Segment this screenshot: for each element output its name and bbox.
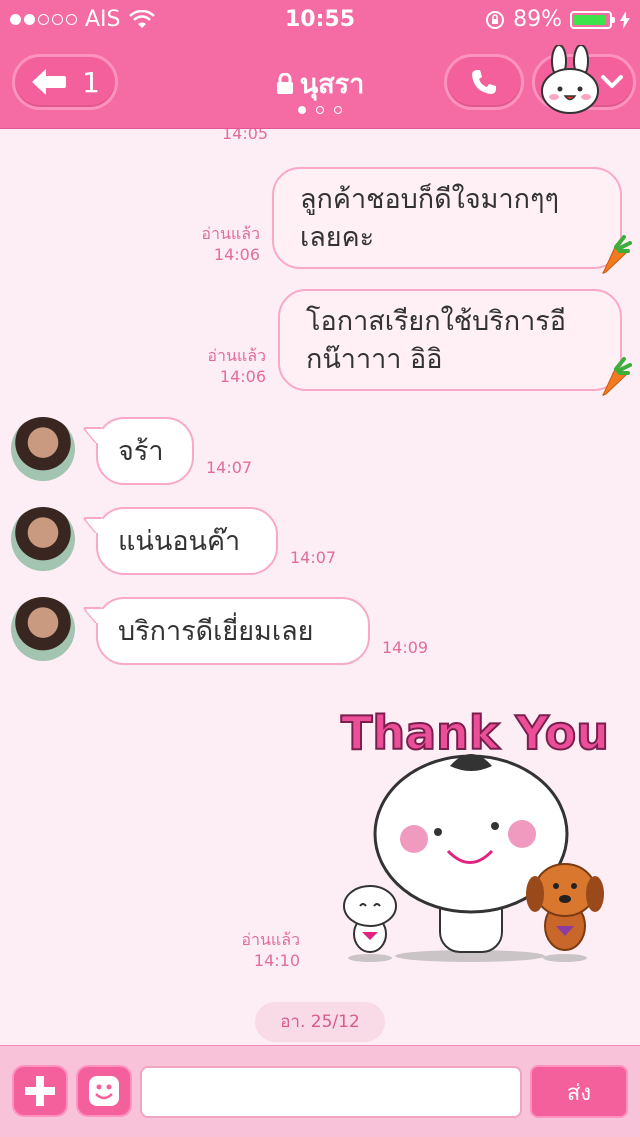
message-bubble-outgoing[interactable]: ลูกค้าชอบก็ดีใจมากๆๆ เลยคะ	[272, 167, 622, 269]
sticker-button[interactable]	[76, 1065, 132, 1117]
read-receipt: อ่านแล้ว 14:06	[201, 224, 260, 264]
status-right: 89%	[485, 7, 630, 32]
message-text: โอกาสเรียกใช้บริการอี	[306, 306, 566, 337]
battery-percent: 89%	[513, 7, 562, 32]
timestamp: 14:09	[382, 638, 429, 657]
read-receipt: อ่านแล้ว 14:10	[241, 930, 300, 970]
phone-icon	[472, 70, 496, 94]
message-text: ลูกค้าชอบก็ดีใจมากๆๆ	[300, 184, 559, 215]
contact-avatar[interactable]	[11, 417, 75, 481]
thank-you-sticker[interactable]: Thank You	[330, 694, 620, 964]
message-bubble-incoming[interactable]: บริการดีเยี่ยมเลย	[96, 597, 370, 665]
timestamp: 14:07	[206, 458, 253, 477]
message-input[interactable]	[140, 1066, 522, 1118]
menu-button[interactable]	[532, 45, 636, 114]
contact-name: นุสรา	[299, 69, 365, 100]
charging-icon	[620, 10, 630, 29]
message-text: เลยคะ	[300, 222, 375, 253]
contact-avatar[interactable]	[11, 507, 75, 571]
chat-area[interactable]: 14:05 อ่านแล้ว 14:06 ลูกค้าชอบก็ดีใจมากๆๆ…	[0, 129, 640, 1045]
message-bubble-incoming[interactable]: แน่นอนค๊า	[96, 507, 278, 575]
battery-icon	[570, 10, 615, 29]
message-bubble-outgoing[interactable]: โอกาสเรียกใช้บริการอี กน๊าาาา อิอิ	[278, 289, 622, 391]
read-receipt: อ่านแล้ว 14:06	[207, 346, 266, 386]
call-button[interactable]	[444, 54, 524, 110]
message-bubble-incoming[interactable]: จร้า	[96, 417, 194, 485]
carrot-icon	[602, 357, 632, 396]
chat-header: 1 นุสรา	[0, 40, 640, 129]
date-divider: อา. 25/12	[255, 1002, 385, 1042]
sticker-text: Thank You	[341, 706, 609, 760]
attach-button[interactable]	[12, 1065, 68, 1117]
send-button[interactable]: ส่ง	[530, 1065, 628, 1118]
carrot-icon	[602, 235, 632, 274]
message-text: จร้า	[118, 436, 164, 467]
timestamp: 14:05	[222, 129, 269, 143]
timestamp: 14:07	[290, 548, 337, 567]
status-bar: AIS 10:55 89%	[0, 0, 640, 40]
plus-icon	[25, 1076, 55, 1106]
rotation-lock-icon	[486, 10, 505, 29]
smiley-icon	[89, 1076, 119, 1106]
chevron-down-icon	[601, 75, 623, 88]
contact-avatar[interactable]	[11, 597, 75, 661]
message-text: บริการดีเยี่ยมเลย	[118, 616, 314, 647]
message-text: กน๊าาาา อิอิ	[306, 344, 443, 375]
composer-bar: ส่ง	[0, 1045, 640, 1137]
lock-icon	[276, 72, 293, 94]
message-text: แน่นอนค๊า	[118, 526, 241, 557]
bunny-avatar-icon	[541, 45, 599, 114]
